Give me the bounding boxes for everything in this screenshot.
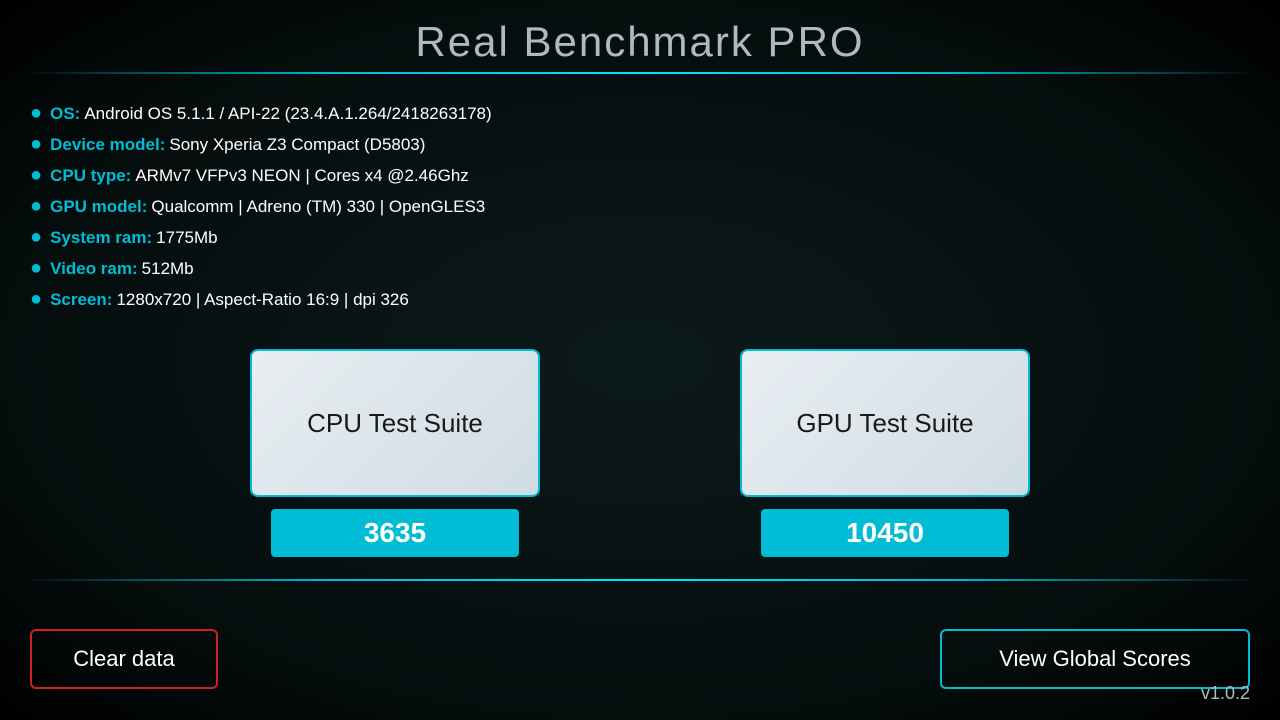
device-model-label: Device model: [50, 135, 165, 155]
video-ram-row: ● Video ram: 512Mb [30, 257, 1250, 280]
version-label: v1.0.2 [1201, 683, 1250, 704]
device-model-value: Sony Xperia Z3 Compact (D5803) [169, 135, 425, 155]
device-model-row: ● Device model: Sony Xperia Z3 Compact (… [30, 133, 1250, 156]
gpu-test-card[interactable]: GPU Test Suite [740, 349, 1030, 497]
bullet-video-ram: ● [30, 257, 42, 280]
app-title: Real Benchmark PRO [0, 18, 1280, 66]
cpu-type-label: CPU type: [50, 166, 131, 186]
cpu-type-value: ARMv7 VFPv3 NEON | Cores x4 @2.46Ghz [135, 166, 468, 186]
cpu-test-card[interactable]: CPU Test Suite [250, 349, 540, 497]
gpu-model-label: GPU model: [50, 197, 147, 217]
title-divider [20, 72, 1260, 74]
cpu-type-row: ● CPU type: ARMv7 VFPv3 NEON | Cores x4 … [30, 164, 1250, 187]
title-section: Real Benchmark PRO [0, 0, 1280, 82]
os-label: OS: [50, 104, 80, 124]
bullet-system-ram: ● [30, 226, 42, 249]
bullet-gpu-model: ● [30, 195, 42, 218]
info-section: ● OS: Android OS 5.1.1 / API-22 (23.4.A.… [0, 82, 1280, 319]
screen-label: Screen: [50, 290, 112, 310]
system-ram-label: System ram: [50, 228, 152, 248]
app-container: Real Benchmark PRO ● OS: Android OS 5.1.… [0, 0, 1280, 720]
clear-data-button[interactable]: Clear data [30, 629, 218, 689]
video-ram-label: Video ram: [50, 259, 138, 279]
gpu-card-label: GPU Test Suite [796, 408, 973, 439]
gpu-card-wrapper: GPU Test Suite 10450 [740, 349, 1030, 557]
os-value: Android OS 5.1.1 / API-22 (23.4.A.1.264/… [84, 104, 491, 124]
bullet-screen: ● [30, 288, 42, 311]
screen-row: ● Screen: 1280x720 | Aspect-Ratio 16:9 |… [30, 288, 1250, 311]
gpu-model-row: ● GPU model: Qualcomm | Adreno (TM) 330 … [30, 195, 1250, 218]
gpu-score-badge: 10450 [761, 509, 1009, 557]
os-row: ● OS: Android OS 5.1.1 / API-22 (23.4.A.… [30, 102, 1250, 125]
bullet-device: ● [30, 133, 42, 156]
system-ram-value: 1775Mb [156, 228, 217, 248]
system-ram-row: ● System ram: 1775Mb [30, 226, 1250, 249]
cpu-score: 3635 [364, 517, 426, 549]
video-ram-value: 512Mb [142, 259, 194, 279]
bottom-section: Clear data View Global Scores v1.0.2 [0, 581, 1280, 720]
gpu-score: 10450 [846, 517, 924, 549]
gpu-model-value: Qualcomm | Adreno (TM) 330 | OpenGLES3 [151, 197, 485, 217]
cpu-score-badge: 3635 [271, 509, 519, 557]
bullet-os: ● [30, 102, 42, 125]
cards-section: CPU Test Suite 3635 GPU Test Suite 10450 [0, 319, 1280, 557]
view-global-scores-button[interactable]: View Global Scores [940, 629, 1250, 689]
screen-value: 1280x720 | Aspect-Ratio 16:9 | dpi 326 [116, 290, 408, 310]
bullet-cpu-type: ● [30, 164, 42, 187]
cpu-card-wrapper: CPU Test Suite 3635 [250, 349, 540, 557]
cpu-card-label: CPU Test Suite [307, 408, 483, 439]
